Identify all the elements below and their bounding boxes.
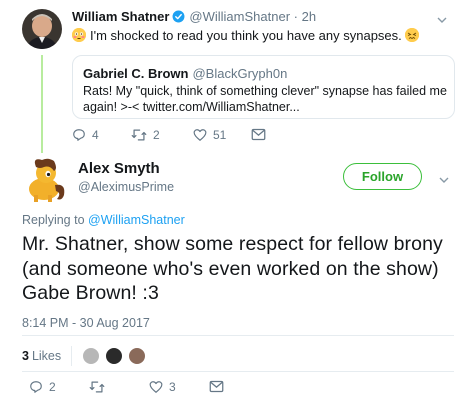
main-retweet-button[interactable]	[89, 380, 111, 394]
parent-reply-button[interactable]: 4	[72, 128, 99, 142]
replying-to-link[interactable]: @WilliamShatner	[88, 213, 185, 227]
likes-count[interactable]: 3	[22, 349, 29, 363]
parent-tweet-text: I'm shocked to read you think you have a…	[90, 28, 402, 43]
quoted-author-handle: @BlackGryph0n	[192, 66, 288, 81]
parent-tweet-time[interactable]: · 2h	[294, 9, 316, 24]
confounded-face-emoji-icon	[404, 28, 419, 42]
verified-badge-icon	[172, 10, 185, 26]
retweet-icon	[131, 128, 147, 142]
quoted-tweet-card[interactable]: Gabriel C. Brown @BlackGryph0n Rats! My "…	[72, 55, 455, 119]
liker-avatar[interactable]	[82, 347, 101, 365]
reply-icon	[29, 380, 43, 394]
parent-more-chevron-down-icon[interactable]	[437, 12, 447, 23]
liker-avatar[interactable]	[128, 347, 147, 365]
flushed-face-emoji-icon	[72, 28, 86, 42]
parent-retweet-button[interactable]: 2	[131, 128, 160, 142]
retweet-icon	[89, 380, 105, 394]
stats-divider-bottom	[22, 371, 454, 372]
quoted-tweet-text: Rats! My "quick, think of something clev…	[83, 84, 447, 114]
liker-avatar[interactable]	[105, 347, 124, 365]
main-tweet-timestamp[interactable]: 8:14 PM - 30 Aug 2017	[22, 316, 150, 330]
heart-icon	[149, 380, 163, 394]
envelope-icon	[251, 128, 266, 141]
parent-tweet-actions: 4 2 51	[72, 128, 372, 146]
parent-direct-message-button[interactable]	[251, 128, 266, 141]
replying-to-line: Replying to @WilliamShatner	[22, 213, 185, 227]
follow-button[interactable]: Follow	[343, 163, 422, 190]
parent-reply-count: 4	[92, 128, 99, 142]
main-direct-message-button[interactable]	[209, 380, 224, 393]
envelope-icon	[209, 380, 224, 393]
parent-tweet-text-row: I'm shocked to read you think you have a…	[72, 27, 419, 44]
parent-tweet-header: William Shatner @WilliamShatner · 2h	[72, 9, 316, 26]
quoted-author-name: Gabriel C. Brown	[83, 66, 189, 81]
main-author-name[interactable]: Alex Smyth	[78, 160, 160, 177]
heart-icon	[193, 128, 207, 142]
likes-stats-row: 3 Likes	[22, 346, 151, 366]
replying-to-prefix: Replying to	[22, 213, 85, 227]
alex-smyth-avatar[interactable]	[22, 155, 70, 203]
main-reply-button[interactable]: 2	[29, 380, 56, 394]
parent-retweet-count: 2	[153, 128, 160, 142]
main-tweet-text: Mr. Shatner, show some respect for fello…	[22, 233, 443, 304]
likes-separator	[71, 346, 73, 366]
parent-like-button[interactable]: 51	[193, 128, 226, 142]
main-more-chevron-down-icon[interactable]	[439, 172, 449, 183]
parent-author-handle[interactable]: @WilliamShatner	[189, 9, 290, 24]
parent-author-name[interactable]: William Shatner	[72, 9, 169, 24]
main-like-count: 3	[169, 380, 176, 394]
main-reply-count: 2	[49, 380, 56, 394]
quoted-tweet-header: Gabriel C. Brown @BlackGryph0n	[83, 66, 287, 81]
main-author-handle[interactable]: @AleximusPrime	[78, 180, 174, 194]
reply-icon	[72, 128, 86, 142]
likes-label[interactable]: Likes	[32, 349, 61, 363]
main-like-button[interactable]: 3	[149, 380, 176, 394]
stats-divider-top	[22, 335, 454, 336]
parent-like-count: 51	[213, 128, 227, 142]
main-tweet-actions: 2 3	[29, 380, 329, 398]
william-shatner-avatar[interactable]	[22, 9, 62, 49]
thread-connector-line	[41, 55, 43, 153]
